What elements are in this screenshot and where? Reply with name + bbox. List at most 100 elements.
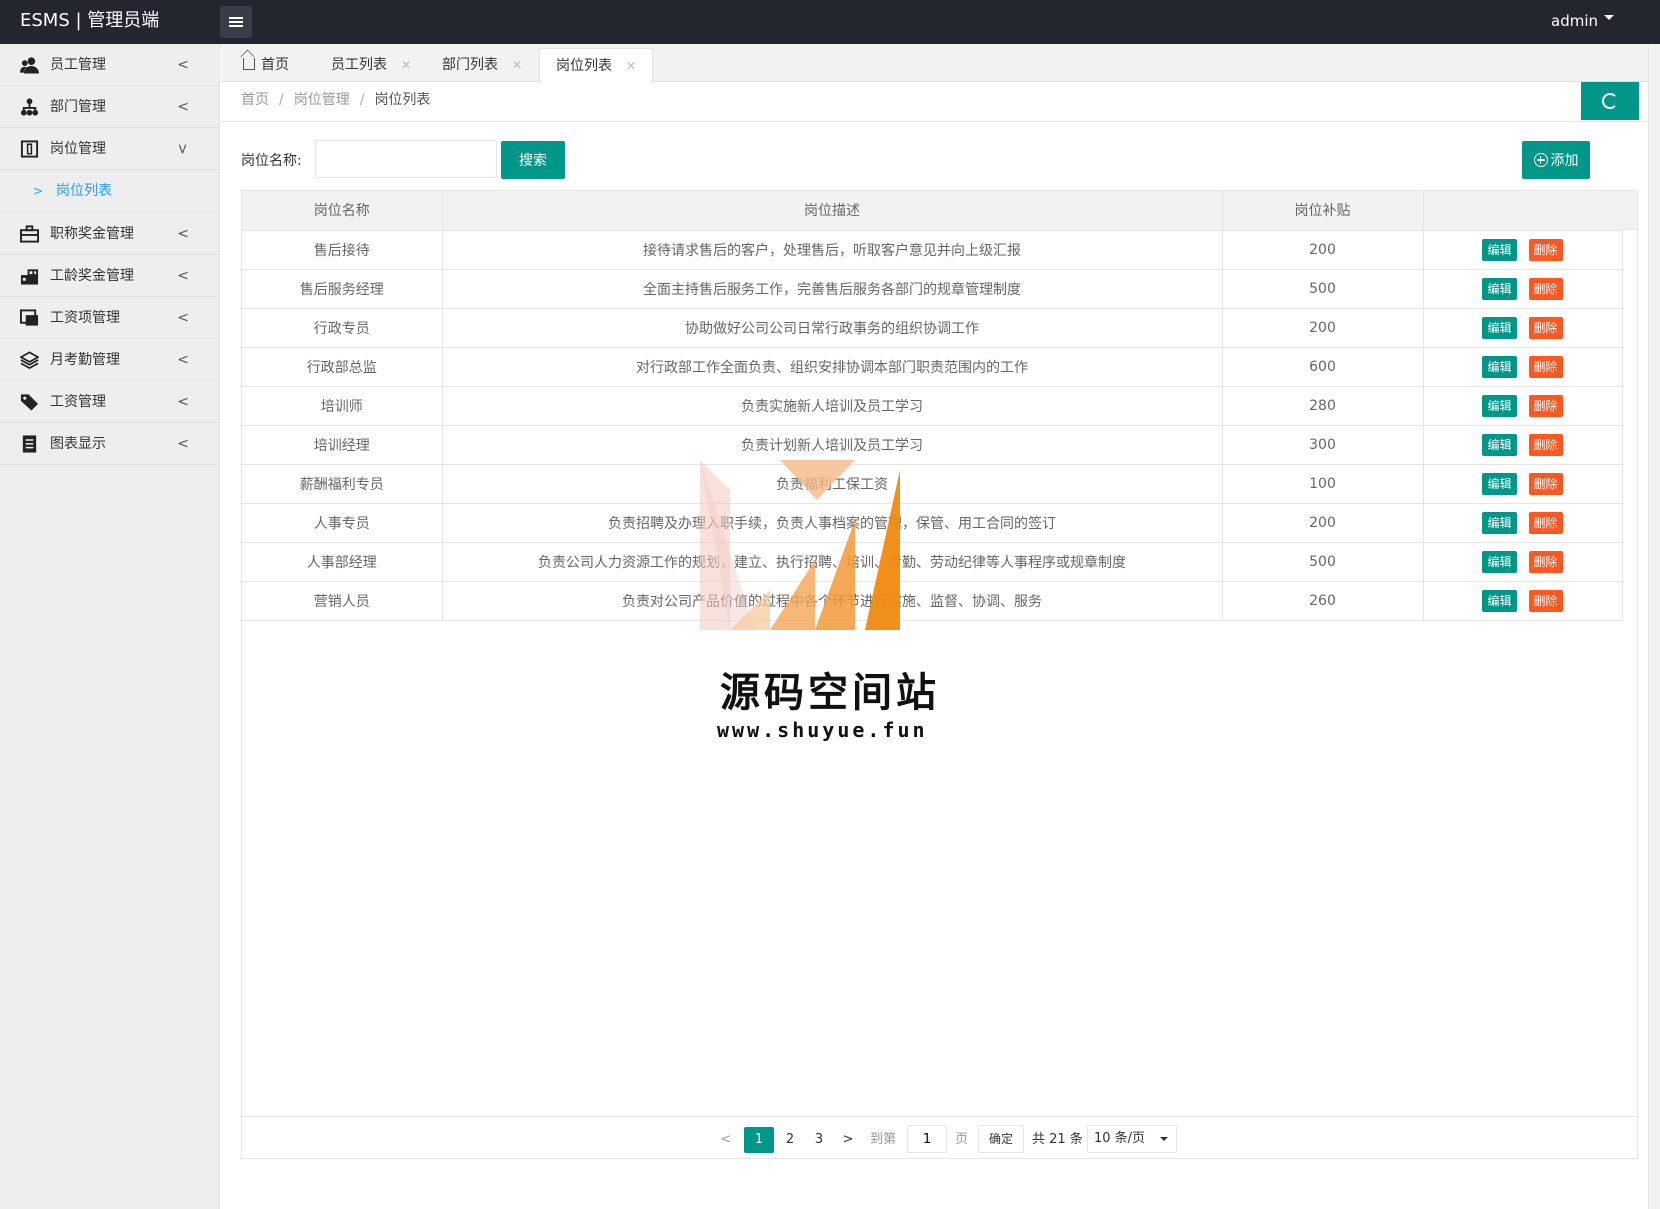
table-scroll-gutter	[1621, 191, 1637, 230]
dropdown-caret-icon	[1160, 1137, 1168, 1145]
delete-button[interactable]: 删除	[1528, 589, 1563, 612]
tab-label: 部门列表	[442, 57, 498, 73]
sidebar: 员工管理 < 部门管理 < 岗位管理 < > 岗位列表 职称奖金管理 < 工龄奖…	[0, 44, 220, 1209]
edit-button[interactable]: 编辑	[1482, 589, 1517, 612]
edit-button[interactable]: 编辑	[1482, 433, 1517, 456]
cell-description: 协助做好公司公司日常行政事务的组织协调工作	[442, 308, 1223, 348]
cell-description: 接待请求售后的客户，处理售后，听取客户意见并向上级汇报	[442, 230, 1223, 270]
position-name-input[interactable]	[315, 140, 497, 178]
sidebar-item-employee[interactable]: 员工管理 <	[0, 44, 219, 86]
chevron-right-icon: >	[33, 184, 44, 198]
table-row: 薪酬福利专员 负责福利工保工资 100 编辑 删除	[242, 464, 1623, 504]
close-icon[interactable]: ✕	[512, 58, 522, 72]
tab-employee-list[interactable]: 员工列表 ✕	[331, 48, 411, 82]
sidebar-item-label: 岗位管理	[50, 141, 106, 157]
table-row: 培训师 负责实施新人培训及员工学习 280 编辑 删除	[242, 386, 1623, 426]
page-2[interactable]: 2	[779, 1127, 801, 1153]
cell-description: 负责公司人力资源工作的规划，建立、执行招聘、培训、考勤、劳动纪律等人事程序或规章…	[442, 542, 1223, 582]
delete-button[interactable]: 删除	[1528, 550, 1563, 573]
tab-position-list[interactable]: 岗位列表 ✕	[539, 48, 654, 83]
column-header-name[interactable]: 岗位名称	[242, 191, 443, 231]
sidebar-item-salary[interactable]: 工资管理 <	[0, 381, 219, 423]
close-icon[interactable]: ✕	[626, 59, 636, 73]
edit-button[interactable]: 编辑	[1482, 511, 1517, 534]
table-row: 售后接待 接待请求售后的客户，处理售后，听取客户意见并向上级汇报 200 编辑删…	[242, 230, 1623, 270]
edit-button[interactable]: 编辑	[1482, 277, 1517, 300]
delete-button[interactable]: 删除	[1528, 355, 1563, 378]
cell-name: 人事部经理	[242, 542, 443, 582]
next-page-icon[interactable]: >	[840, 1127, 856, 1153]
sidebar-item-title-bonus[interactable]: 职称奖金管理 <	[0, 213, 219, 255]
breadcrumb-position-mgmt[interactable]: 岗位管理	[294, 92, 350, 108]
user-menu[interactable]: admin	[1551, 0, 1614, 42]
users-icon	[20, 57, 39, 74]
delete-button[interactable]: 删除	[1528, 238, 1563, 261]
chevron-left-icon: <	[177, 352, 189, 368]
edit-button[interactable]: 编辑	[1482, 316, 1517, 339]
breadcrumb-home[interactable]: 首页	[241, 92, 269, 108]
delete-button[interactable]: 删除	[1528, 316, 1563, 339]
column-header-description[interactable]: 岗位描述	[442, 191, 1223, 231]
sidebar-item-attendance[interactable]: 月考勤管理 <	[0, 339, 219, 381]
cell-name: 售后接待	[242, 230, 443, 270]
cell-allowance: 100	[1222, 464, 1424, 504]
chevron-left-icon: <	[177, 268, 189, 284]
sidebar-item-position[interactable]: 岗位管理 <	[0, 128, 219, 170]
sidebar-subitem-label: 岗位列表	[56, 183, 112, 199]
delete-button[interactable]: 删除	[1528, 511, 1563, 534]
delete-button[interactable]: 删除	[1528, 394, 1563, 417]
edit-button[interactable]: 编辑	[1482, 355, 1517, 378]
sidebar-item-charts[interactable]: 图表显示 <	[0, 423, 219, 465]
page-unit-label: 页	[955, 1132, 969, 1147]
search-button[interactable]: 搜索	[501, 141, 565, 179]
window-icon	[20, 309, 39, 326]
cell-name: 营销人员	[242, 581, 443, 621]
page-3[interactable]: 3	[808, 1127, 830, 1153]
chevron-left-icon: <	[177, 57, 189, 73]
table-row: 行政部总监 对行政部工作全面负责、组织安排协调本部门职责范围内的工作 600 编…	[242, 347, 1623, 387]
add-circle-icon	[1533, 153, 1548, 167]
sidebar-item-salary-item[interactable]: 工资项管理 <	[0, 297, 219, 339]
app-logo[interactable]: ESMS | 管理员端	[20, 0, 159, 42]
cell-actions: 编辑 删除	[1423, 425, 1623, 465]
close-icon[interactable]: ✕	[401, 58, 411, 72]
edit-button[interactable]: 编辑	[1482, 394, 1517, 417]
cell-allowance: 200	[1222, 503, 1424, 543]
chevron-down-icon: <	[175, 143, 192, 155]
page-scrollbar[interactable]	[1648, 44, 1660, 1209]
edit-button[interactable]: 编辑	[1482, 550, 1517, 573]
per-page-select[interactable]: 10 条/页	[1087, 1125, 1177, 1153]
add-button[interactable]: 添加	[1522, 141, 1590, 179]
chevron-left-icon: <	[177, 394, 189, 410]
pager-divider	[242, 1116, 1637, 1117]
cell-actions: 编辑 删除	[1423, 581, 1623, 621]
sidebar-item-department[interactable]: 部门管理 <	[0, 86, 219, 128]
breadcrumb-bar: 首页 / 岗位管理 / 岗位列表	[221, 82, 1660, 122]
edit-button[interactable]: 编辑	[1482, 238, 1517, 261]
page-1[interactable]: 1	[744, 1127, 774, 1153]
table-row: 人事专员 负责招聘及办理入职手续，负责人事档案的管理，保管、用工合同的签订 20…	[242, 503, 1623, 543]
goto-page-input[interactable]	[907, 1125, 947, 1153]
delete-button[interactable]: 删除	[1528, 433, 1563, 456]
cell-name: 售后服务经理	[242, 269, 443, 309]
sidebar-item-seniority-bonus[interactable]: 工龄奖金管理 <	[0, 255, 219, 297]
total-count: 共 21 条	[1032, 1132, 1083, 1147]
sidebar-subitem-position-list[interactable]: > 岗位列表	[0, 170, 219, 213]
tab-department-list[interactable]: 部门列表 ✕	[442, 48, 522, 82]
home-icon	[243, 58, 255, 70]
edit-button[interactable]: 编辑	[1482, 472, 1517, 495]
cell-description: 负责实施新人培训及员工学习	[442, 386, 1223, 426]
refresh-button[interactable]	[1581, 82, 1639, 120]
cell-allowance: 200	[1222, 308, 1424, 348]
chevron-left-icon: <	[177, 226, 189, 242]
tab-home[interactable]: 首页	[243, 48, 289, 82]
cell-actions: 编辑 删除	[1423, 308, 1623, 348]
column-header-allowance[interactable]: 岗位补贴	[1222, 191, 1424, 231]
prev-page-icon[interactable]: <	[718, 1127, 734, 1153]
table-row: 培训经理 负责计划新人培训及员工学习 300 编辑 删除	[242, 425, 1623, 465]
delete-button[interactable]: 删除	[1528, 472, 1563, 495]
delete-button[interactable]: 删除	[1528, 277, 1563, 300]
goto-confirm-button[interactable]: 确定	[978, 1125, 1024, 1153]
menu-toggle-button[interactable]	[220, 6, 252, 38]
layers-icon	[20, 351, 39, 369]
